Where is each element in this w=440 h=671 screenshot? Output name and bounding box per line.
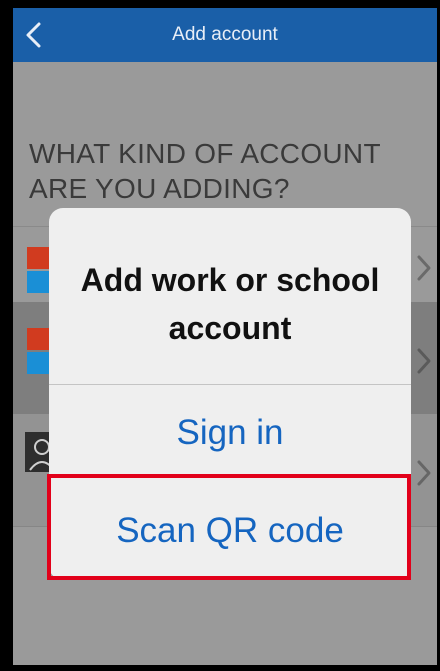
dialog-title: Add work or school account bbox=[80, 262, 380, 346]
chevron-right-icon bbox=[417, 255, 431, 281]
phone-screen: Add account WHAT KIND OF ACCOUNT ARE YOU… bbox=[13, 8, 437, 665]
page-title: Add account bbox=[172, 24, 278, 45]
microsoft-logo-icon bbox=[27, 328, 49, 350]
highlight-box bbox=[47, 474, 411, 580]
microsoft-logo-blue-tile bbox=[27, 352, 49, 374]
microsoft-logo-blue-tile bbox=[27, 271, 49, 293]
navigation-bar: Add account bbox=[13, 8, 437, 62]
divider bbox=[49, 384, 411, 385]
sign-in-button[interactable]: Sign in bbox=[49, 413, 411, 453]
account-type-question: WHAT KIND OF ACCOUNT ARE YOU ADDING? bbox=[29, 138, 381, 204]
microsoft-logo-icon bbox=[27, 247, 49, 269]
chevron-right-icon bbox=[417, 348, 431, 374]
chevron-right-icon bbox=[417, 460, 431, 486]
